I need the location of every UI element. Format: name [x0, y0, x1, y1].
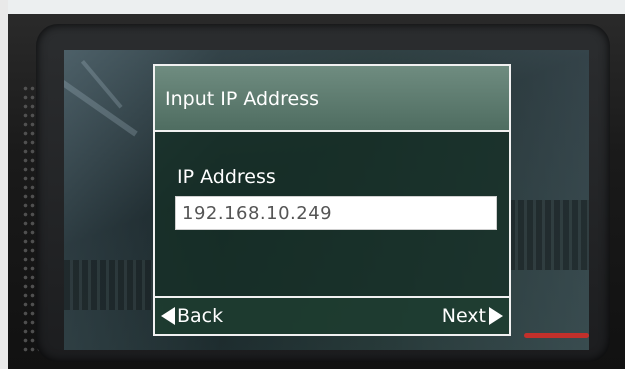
- back-label: Back: [177, 305, 224, 327]
- dialog-header: Input IP Address: [155, 66, 509, 132]
- background-cable: [524, 333, 589, 338]
- next-button[interactable]: Next: [442, 302, 503, 330]
- back-button[interactable]: Back: [161, 302, 223, 330]
- photo-frame: Input IP Address IP Address Back Next: [0, 0, 625, 369]
- triangle-right-icon: [489, 307, 503, 325]
- triangle-left-icon: [161, 307, 175, 325]
- background-streak: [64, 80, 138, 137]
- device-screen: Input IP Address IP Address Back Next: [64, 50, 589, 350]
- background-rack: [509, 200, 589, 270]
- input-ip-dialog: Input IP Address IP Address Back Next: [153, 64, 511, 336]
- next-label: Next: [441, 305, 486, 327]
- top-margin: [0, 0, 625, 14]
- left-margin: [0, 0, 8, 369]
- ip-address-input[interactable]: [175, 196, 497, 230]
- dialog-footer: Back Next: [155, 296, 509, 334]
- dialog-title: Input IP Address: [165, 88, 320, 110]
- ip-address-label: IP Address: [177, 166, 276, 188]
- background-rack: [64, 260, 154, 310]
